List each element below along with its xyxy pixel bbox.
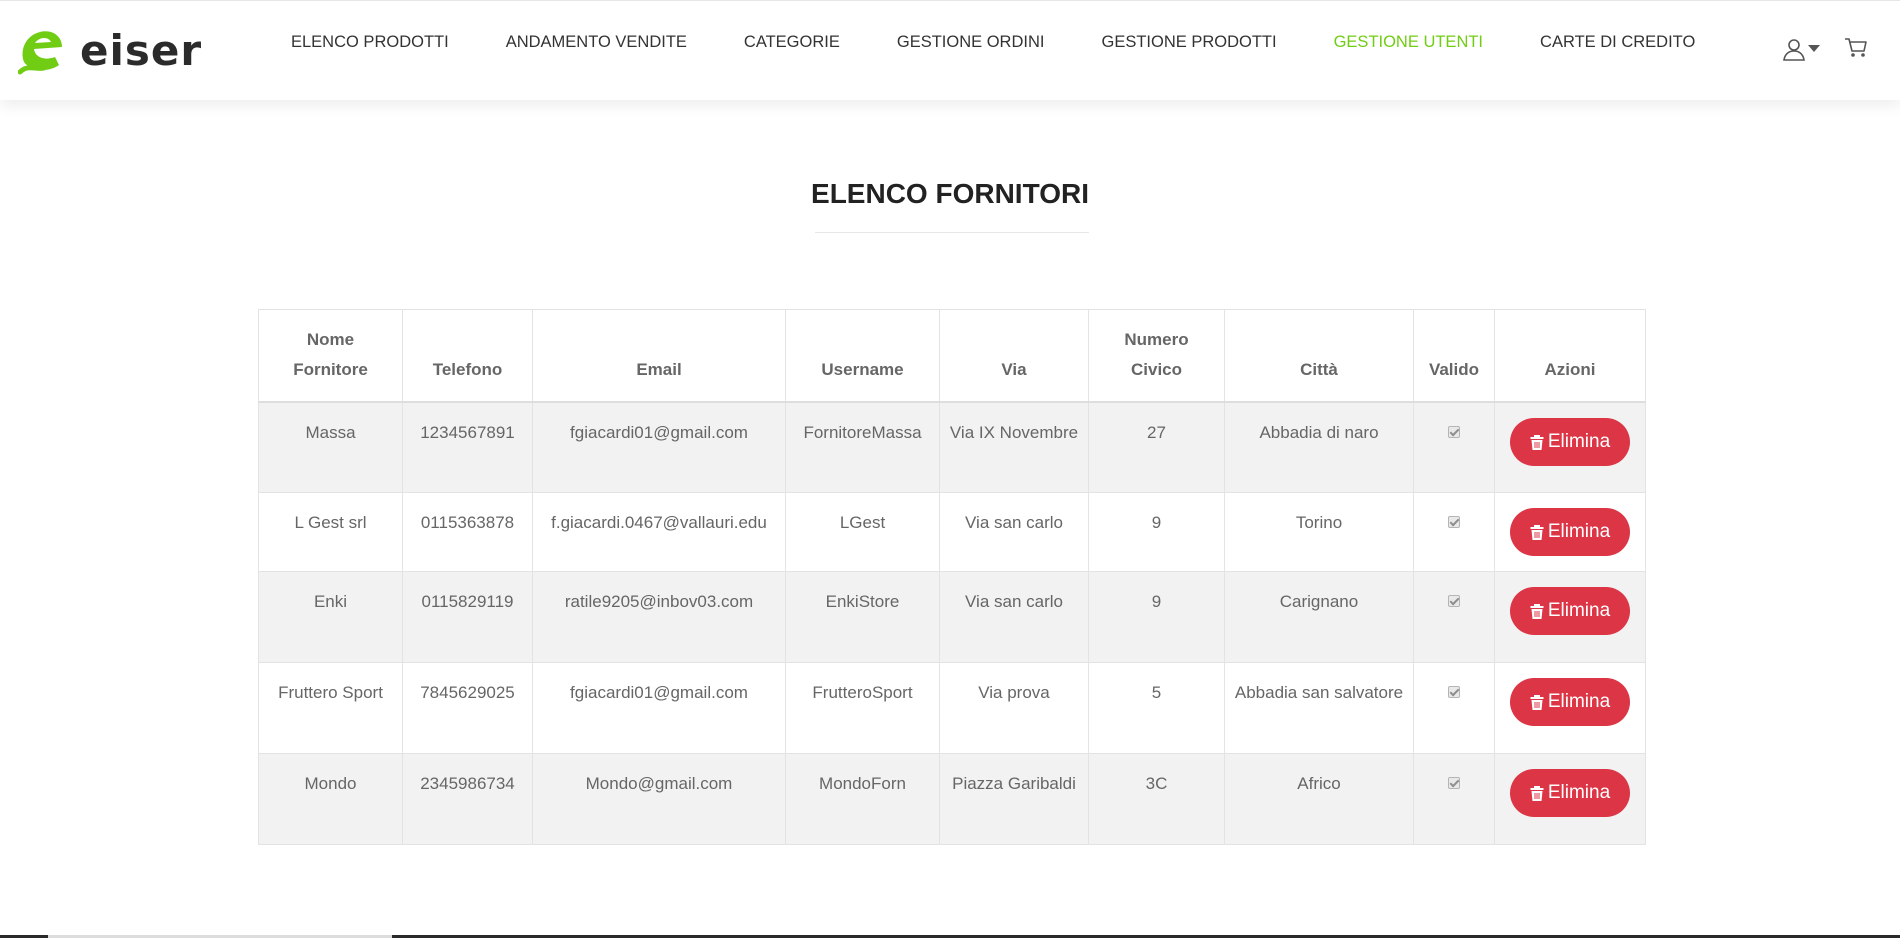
trash-icon bbox=[1530, 434, 1544, 450]
cell-valido bbox=[1413, 492, 1495, 572]
elimina-button[interactable]: Elimina bbox=[1510, 508, 1630, 556]
elimina-button[interactable]: Elimina bbox=[1510, 678, 1630, 726]
trash-icon bbox=[1530, 604, 1544, 619]
valido-checkbox[interactable] bbox=[1448, 686, 1460, 698]
valido-checkbox[interactable] bbox=[1448, 425, 1460, 438]
table-row: Fruttero Sport 7845629025 fgiacardi01@gm… bbox=[258, 662, 1646, 754]
cell-citta: Torino bbox=[1224, 492, 1414, 572]
cell-civico: 5 bbox=[1088, 662, 1225, 754]
cell-civico: 27 bbox=[1088, 401, 1225, 493]
cell-username: LGest bbox=[785, 492, 940, 572]
cell-telefono: 7845629025 bbox=[402, 662, 533, 754]
column-header-citta[interactable]: Città bbox=[1224, 309, 1414, 403]
cell-azioni: Elimina bbox=[1494, 571, 1646, 663]
page-title: ELENCO FORNITORI bbox=[811, 178, 1089, 209]
cell-email: Mondo@gmail.com bbox=[532, 753, 786, 845]
column-header-email[interactable]: Email bbox=[532, 309, 786, 403]
cell-username: FornitoreMassa bbox=[785, 401, 940, 493]
cell-citta: Africo bbox=[1224, 753, 1414, 845]
top-navbar: eiser ELENCO PRODOTTI ANDAMENTO VENDITE … bbox=[0, 0, 1900, 100]
cell-azioni: Elimina bbox=[1494, 753, 1646, 845]
elimina-button[interactable]: Elimina bbox=[1510, 417, 1630, 466]
trash-icon bbox=[1530, 695, 1544, 710]
cell-email: fgiacardi01@gmail.com bbox=[532, 401, 786, 493]
cell-via: Via prova bbox=[939, 662, 1089, 754]
nav-item-gestione-utenti[interactable]: GESTIONE UTENTI bbox=[1334, 33, 1483, 52]
column-header-username[interactable]: Username bbox=[785, 309, 940, 403]
user-icon bbox=[1783, 39, 1805, 61]
cell-telefono: 1234567891 bbox=[402, 401, 533, 493]
user-menu-toggle[interactable] bbox=[1782, 37, 1820, 61]
table-row: Mondo 2345986734 Mondo@gmail.com MondoFo… bbox=[258, 753, 1646, 845]
caret-down-icon bbox=[1808, 45, 1820, 52]
nav-item-andamento-vendite[interactable]: ANDAMENTO VENDITE bbox=[506, 33, 687, 52]
cell-civico: 9 bbox=[1088, 492, 1225, 572]
valido-checkbox[interactable] bbox=[1448, 595, 1460, 607]
table-header-row: Nome Fornitore Telefono Email Username Vi… bbox=[258, 309, 1646, 403]
column-header-azioni: Azioni bbox=[1494, 309, 1646, 403]
cell-username: MondoForn bbox=[785, 753, 940, 845]
cell-nome: Fruttero Sport bbox=[258, 662, 403, 754]
nav-item-gestione-prodotti[interactable]: GESTIONE PRODOTTI bbox=[1101, 33, 1276, 52]
cell-via: Via IX Novembre bbox=[939, 401, 1089, 493]
cell-nome: Mondo bbox=[258, 753, 403, 845]
cell-civico: 3C bbox=[1088, 753, 1225, 845]
nav-item-elenco-prodotti[interactable]: ELENCO PRODOTTI bbox=[291, 33, 449, 52]
cell-telefono: 0115363878 bbox=[402, 492, 533, 572]
table-row: L Gest srl 0115363878 f.giacardi.0467@va… bbox=[258, 492, 1646, 572]
valido-checkbox[interactable] bbox=[1448, 777, 1460, 789]
nav-item-carte-di-credito[interactable]: CARTE DI CREDITO bbox=[1540, 33, 1695, 52]
cell-email: f.giacardi.0467@vallauri.edu bbox=[532, 492, 786, 572]
suppliers-table: Nome Fornitore Telefono Email Username Vi… bbox=[258, 309, 1646, 845]
column-header-telefono[interactable]: Telefono bbox=[402, 309, 533, 403]
cell-azioni: Elimina bbox=[1494, 401, 1646, 493]
table-row: Massa 1234567891 fgiacardi01@gmail.com F… bbox=[258, 401, 1646, 493]
elimina-button[interactable]: Elimina bbox=[1510, 769, 1630, 817]
cell-telefono: 2345986734 bbox=[402, 753, 533, 845]
cell-citta: Abbadia san salvatore bbox=[1224, 662, 1414, 754]
logo-mark-icon bbox=[18, 31, 62, 75]
brand-logo[interactable]: eiser bbox=[18, 25, 202, 77]
cart-icon bbox=[1845, 38, 1867, 57]
cell-nome: L Gest srl bbox=[258, 492, 403, 572]
nav-item-categorie[interactable]: CATEGORIE bbox=[744, 33, 840, 52]
cell-username: FrutteroSport bbox=[785, 662, 940, 754]
column-header-via[interactable]: Via bbox=[939, 309, 1089, 403]
cell-via: Via san carlo bbox=[939, 571, 1089, 663]
cell-valido bbox=[1413, 662, 1495, 754]
cell-email: fgiacardi01@gmail.com bbox=[532, 662, 786, 754]
nav-item-gestione-ordini[interactable]: GESTIONE ORDINI bbox=[897, 33, 1045, 52]
cell-nome: Enki bbox=[258, 571, 403, 663]
cell-nome: Massa bbox=[258, 401, 403, 493]
main-nav: ELENCO PRODOTTI ANDAMENTO VENDITE CATEGO… bbox=[291, 33, 1695, 52]
cell-citta: Carignano bbox=[1224, 571, 1414, 663]
brand-name: eiser bbox=[80, 26, 203, 75]
cell-valido bbox=[1413, 753, 1495, 845]
valido-checkbox[interactable] bbox=[1448, 516, 1460, 528]
elimina-button[interactable]: Elimina bbox=[1510, 587, 1630, 635]
cell-telefono: 0115829119 bbox=[402, 571, 533, 663]
cell-via: Via san carlo bbox=[939, 492, 1089, 572]
column-header-numero-civico[interactable]: Numero Civico bbox=[1088, 309, 1225, 403]
cell-azioni: Elimina bbox=[1494, 662, 1646, 754]
column-header-valido[interactable]: Valido bbox=[1413, 309, 1495, 403]
cell-via: Piazza Garibaldi bbox=[939, 753, 1089, 845]
trash-icon bbox=[1530, 786, 1544, 801]
title-divider bbox=[815, 232, 1089, 233]
cart-button[interactable] bbox=[1844, 37, 1868, 64]
cell-valido bbox=[1413, 571, 1495, 663]
cell-azioni: Elimina bbox=[1494, 492, 1646, 572]
cell-username: EnkiStore bbox=[785, 571, 940, 663]
trash-icon bbox=[1530, 525, 1544, 540]
table-row: Enki 0115829119 ratile9205@inbov03.com E… bbox=[258, 571, 1646, 663]
cell-valido bbox=[1413, 401, 1495, 493]
cell-email: ratile9205@inbov03.com bbox=[532, 571, 786, 663]
cell-citta: Abbadia di naro bbox=[1224, 401, 1414, 493]
column-header-nome-fornitore[interactable]: Nome Fornitore bbox=[258, 309, 403, 403]
cell-civico: 9 bbox=[1088, 571, 1225, 663]
